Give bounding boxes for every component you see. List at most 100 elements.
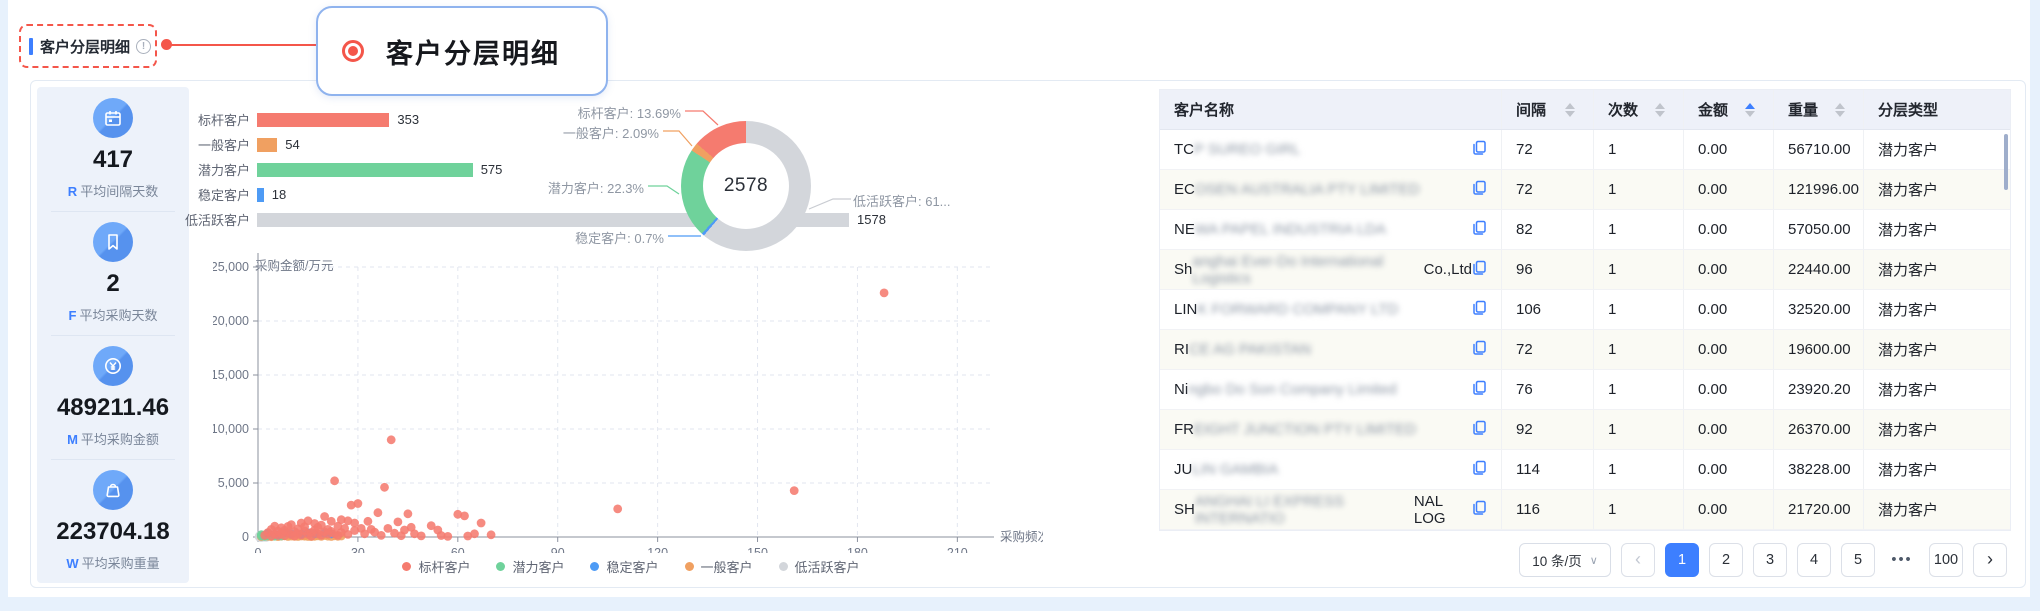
scatter-point <box>487 530 496 539</box>
cell-customer-name: SHANGHAI LI EXPRESS INTERNATIONAL LOG <box>1160 490 1502 529</box>
page-button-5[interactable]: 5 <box>1841 543 1875 577</box>
column-header-3[interactable]: 金额 <box>1684 90 1774 129</box>
column-header-4[interactable]: 重量 <box>1774 90 1864 129</box>
page-button-4[interactable]: 4 <box>1797 543 1831 577</box>
sort-asc-icon[interactable] <box>1745 103 1755 109</box>
pie-slice-label: 低活跃客户: 61... <box>853 191 951 210</box>
cell-customer-name: JULIN GAMBIA <box>1160 450 1502 489</box>
sort-asc-icon[interactable] <box>1565 103 1575 109</box>
kpi-value: 417 <box>93 146 133 174</box>
redacted-text: K FORWARD COMPANY LTD <box>1197 301 1398 318</box>
cell-amount: 0.00 <box>1684 170 1774 209</box>
name-visible-start: TC <box>1174 141 1194 158</box>
sort-asc-icon[interactable] <box>1835 103 1845 109</box>
page-button-2[interactable]: 2 <box>1709 543 1743 577</box>
cell-times: 1 <box>1594 290 1684 329</box>
bar-category-label: 低活跃客户 <box>131 210 257 229</box>
cell-customer-name: ECOSEN AUSTRALIA PTY LIMITED <box>1160 170 1502 209</box>
table-scrollbar[interactable] <box>2004 134 2008 190</box>
cell-amount: 0.00 <box>1684 130 1774 169</box>
sort-carets[interactable] <box>1565 103 1575 117</box>
copy-icon[interactable] <box>1472 220 1487 240</box>
legend-item[interactable]: 一般客户 <box>685 557 753 576</box>
copy-icon[interactable] <box>1472 340 1487 360</box>
cell-layer-type: 潜力客户 <box>1864 490 2010 529</box>
cell-customer-name: Shanghai Ever-Do International Logistics… <box>1160 250 1502 289</box>
cell-layer-type: 潜力客户 <box>1864 410 2010 449</box>
legend-label: 低活跃客户 <box>795 557 860 576</box>
title-accent-bar <box>29 38 33 55</box>
copy-icon[interactable] <box>1472 500 1487 520</box>
copy-icon[interactable] <box>1472 300 1487 320</box>
column-header-label: 次数 <box>1608 99 1638 120</box>
legend-item[interactable]: 稳定客户 <box>590 557 658 576</box>
section-title: 客户分层明细 <box>40 36 130 57</box>
chevron-left-icon: ‹ <box>1635 550 1641 568</box>
cell-amount: 0.00 <box>1684 250 1774 289</box>
page-button-3[interactable]: 3 <box>1753 543 1787 577</box>
cell-interval: 76 <box>1502 370 1594 409</box>
legend-label: 潜力客户 <box>512 557 564 576</box>
y-tick-label: 25,000 <box>213 260 249 274</box>
cell-interval: 72 <box>1502 330 1594 369</box>
sort-carets[interactable] <box>1655 103 1665 117</box>
sort-asc-icon[interactable] <box>1655 103 1665 109</box>
y-tick-label: 5,000 <box>218 476 249 490</box>
column-header-2[interactable]: 次数 <box>1594 90 1684 129</box>
legend-item[interactable]: 潜力客户 <box>496 557 564 576</box>
legend-label: 稳定客户 <box>606 557 658 576</box>
scatter-point <box>470 529 479 538</box>
chevron-down-icon: ∨ <box>1590 554 1598 567</box>
prev-page-button[interactable]: ‹ <box>1621 543 1655 577</box>
kpi-letter: F <box>69 308 77 323</box>
page-button-1[interactable]: 1 <box>1665 543 1699 577</box>
page-button-last[interactable]: 100 <box>1929 543 1963 577</box>
table-row: FREIGHT JUNCTION PTY LIMITED9210.0026370… <box>1160 410 2010 450</box>
next-page-button[interactable]: › <box>1973 543 2007 577</box>
page-size-select[interactable]: 10 条/页∨ <box>1519 543 1611 577</box>
sort-desc-icon[interactable] <box>1835 111 1845 117</box>
copy-icon[interactable] <box>1472 380 1487 400</box>
table-row: NEWA PAPEL INDUSTRIA LDA8210.0057050.00潜… <box>1160 210 2010 250</box>
sort-carets[interactable] <box>1835 103 1845 117</box>
table-row: ECOSEN AUSTRALIA PTY LIMITED7210.0012199… <box>1160 170 2010 210</box>
cell-amount: 0.00 <box>1684 210 1774 249</box>
cell-amount: 0.00 <box>1684 490 1774 529</box>
bar-rect <box>257 188 264 202</box>
cell-interval: 96 <box>1502 250 1594 289</box>
sort-desc-icon[interactable] <box>1565 111 1575 117</box>
copy-icon[interactable] <box>1472 140 1487 160</box>
copy-icon[interactable] <box>1472 180 1487 200</box>
cell-customer-name: LINK FORWARD COMPANY LTD <box>1160 290 1502 329</box>
sort-desc-icon[interactable] <box>1655 111 1665 117</box>
dashboard-panel: 客户分层明细 ! 客户分层明细 417 R平均间隔天数 2 F平均采购天数 <box>8 0 2030 597</box>
column-header-1[interactable]: 间隔 <box>1502 90 1594 129</box>
table-row: Shanghai Ever-Do International Logistics… <box>1160 250 2010 290</box>
cell-interval: 116 <box>1502 490 1594 529</box>
customer-table: 客户名称间隔次数金额重量分层类型TCP SUREO GIRL7210.00567… <box>1159 89 2011 531</box>
sort-carets[interactable] <box>1745 103 1755 117</box>
table-header-row: 客户名称间隔次数金额重量分层类型 <box>1160 90 2010 130</box>
copy-icon[interactable] <box>1472 260 1487 280</box>
redacted-text: ngbo Do Son Company Limited <box>1188 381 1396 398</box>
annotation-callout: 客户分层明细 <box>316 6 608 96</box>
y-tick-label: 20,000 <box>213 314 249 328</box>
cell-customer-name: TCP SUREO GIRL <box>1160 130 1502 169</box>
legend-item[interactable]: 标杆客户 <box>402 557 470 576</box>
copy-icon[interactable] <box>1472 420 1487 440</box>
kpi-avg-purchase-weight: 223704.18 W平均采购重量 <box>37 459 189 583</box>
kpi-avg-purchase-amount: 489211.46 M平均采购金额 <box>37 335 189 459</box>
sort-desc-icon[interactable] <box>1745 111 1755 117</box>
name-visible-start: Sh <box>1174 261 1192 278</box>
scatter-point <box>880 289 889 298</box>
redacted-text: OSEN AUSTRALIA PTY LIMITED <box>1195 181 1420 198</box>
cell-times: 1 <box>1594 250 1684 289</box>
legend-item[interactable]: 低活跃客户 <box>779 557 860 576</box>
pagination-ellipsis[interactable]: ••• <box>1885 543 1919 577</box>
copy-icon[interactable] <box>1472 460 1487 480</box>
redacted-text: WA PAPEL INDUSTRIA LDA <box>1195 221 1386 238</box>
calendar-icon <box>93 98 133 138</box>
cell-times: 1 <box>1594 490 1684 529</box>
exclamation-circle-icon[interactable]: ! <box>136 39 151 54</box>
cell-interval: 82 <box>1502 210 1594 249</box>
